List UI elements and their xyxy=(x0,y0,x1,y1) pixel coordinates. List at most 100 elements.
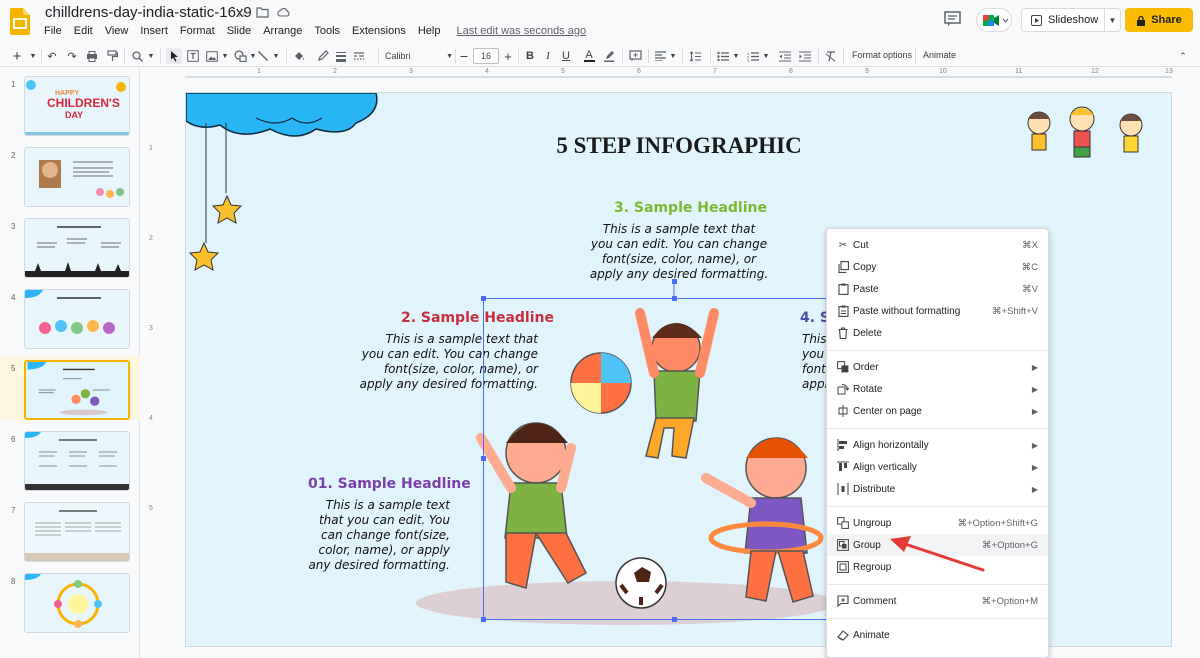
slide-title[interactable]: 5 STEP INFOGRAPHIC xyxy=(486,133,872,159)
print-icon[interactable] xyxy=(85,48,99,64)
dancing-kids-illustration[interactable] xyxy=(1014,101,1164,171)
line-caret-icon[interactable]: ▼ xyxy=(272,48,280,64)
redo-icon[interactable]: ↷ xyxy=(65,48,79,64)
menu-item-paste-without-formatting[interactable]: Paste without formatting ⌘+Shift+V xyxy=(827,300,1048,322)
new-slide-plus-icon[interactable]: + xyxy=(10,48,24,65)
undo-icon[interactable]: ↶ xyxy=(45,48,59,64)
cloud-status-icon[interactable] xyxy=(277,7,290,17)
slide-thumbnail[interactable] xyxy=(24,573,130,633)
menu-slide[interactable]: Slide xyxy=(221,24,257,37)
menu-view[interactable]: View xyxy=(99,24,135,37)
menu-item-rotate[interactable]: Rotate ▶ xyxy=(827,378,1048,400)
cloud-decoration[interactable] xyxy=(186,93,386,283)
resize-handle[interactable] xyxy=(481,456,486,461)
border-weight-icon[interactable] xyxy=(334,48,348,64)
menu-tools[interactable]: Tools xyxy=(308,24,346,37)
menu-item-cut[interactable]: ✂ Cut ⌘X xyxy=(827,234,1048,256)
bulleted-list-icon[interactable] xyxy=(716,48,730,64)
line-icon[interactable] xyxy=(256,48,270,64)
text-box-icon[interactable] xyxy=(186,48,200,64)
slide-thumbnail-row[interactable]: 3 xyxy=(0,214,140,278)
format-options-button[interactable]: Format options xyxy=(852,50,912,60)
increase-font-size-icon[interactable]: + xyxy=(502,48,514,64)
menu-help[interactable]: Help xyxy=(412,24,447,37)
insert-image-icon[interactable] xyxy=(205,48,219,64)
increase-indent-icon[interactable] xyxy=(798,48,812,64)
collapse-toolbar-icon[interactable]: ⌃ xyxy=(1175,48,1191,64)
menu-file[interactable]: File xyxy=(38,24,68,37)
slideshow-button[interactable]: Slideshow ▼ xyxy=(1021,8,1121,32)
border-color-icon[interactable] xyxy=(316,48,330,64)
shape-icon[interactable] xyxy=(233,48,247,64)
numbered-caret-icon[interactable]: ▼ xyxy=(762,48,770,64)
menu-edit[interactable]: Edit xyxy=(68,24,99,37)
document-title[interactable]: chilldrens-day-india-static-16x9 xyxy=(45,4,252,21)
menu-item-comment[interactable]: Comment ⌘+Option+M xyxy=(827,590,1048,612)
slide-thumbnail-row[interactable]: 1 HAPPY CHILDREN'S DAY xyxy=(0,72,140,136)
decrease-indent-icon[interactable] xyxy=(778,48,792,64)
line-spacing-icon[interactable] xyxy=(688,48,702,64)
resize-handle[interactable] xyxy=(481,617,486,622)
slide-thumbnail[interactable]: HAPPY CHILDREN'S DAY xyxy=(24,76,130,136)
fill-color-icon[interactable] xyxy=(292,48,306,64)
italic-icon[interactable]: I xyxy=(541,48,555,64)
slides-logo-icon[interactable] xyxy=(10,8,30,35)
resize-handle[interactable] xyxy=(672,617,677,622)
menu-arrange[interactable]: Arrange xyxy=(257,24,308,37)
menu-item-animate[interactable]: Animate xyxy=(827,624,1048,646)
move-folder-icon[interactable] xyxy=(256,7,269,18)
slide-thumbnail-row-selected[interactable]: 5 xyxy=(0,356,140,420)
paint-format-icon[interactable] xyxy=(105,48,119,64)
meet-button[interactable] xyxy=(976,8,1012,32)
resize-handle[interactable] xyxy=(481,296,486,301)
zoom-icon[interactable] xyxy=(130,48,144,64)
menu-format[interactable]: Format xyxy=(174,24,221,37)
menu-item-center-on-page[interactable]: Center on page ▶ xyxy=(827,400,1048,422)
new-slide-layout-caret-icon[interactable]: ▼ xyxy=(28,48,38,64)
menu-item-align-horizontally[interactable]: Align horizontally ▶ xyxy=(827,434,1048,456)
slide-thumbnail[interactable] xyxy=(24,502,130,562)
image-caret-icon[interactable]: ▼ xyxy=(221,48,229,64)
slide-thumbnail-row[interactable]: 8 xyxy=(0,569,140,633)
step-3-text[interactable]: This is a sample text that you can edit.… xyxy=(584,222,774,282)
menu-item-delete[interactable]: Delete xyxy=(827,322,1048,344)
clear-formatting-icon[interactable] xyxy=(824,48,838,64)
border-dash-icon[interactable] xyxy=(352,48,366,64)
selection-bounding-box[interactable] xyxy=(483,298,866,620)
menu-item-paste[interactable]: Paste ⌘V xyxy=(827,278,1048,300)
slide-thumbnail-row[interactable]: 2 xyxy=(0,143,140,207)
slide-thumbnail-row[interactable]: 7 xyxy=(0,498,140,562)
comment-history-icon[interactable] xyxy=(943,10,963,28)
slideshow-options-caret-icon[interactable]: ▼ xyxy=(1104,9,1120,31)
menu-item-distribute[interactable]: Distribute ▶ xyxy=(827,478,1048,500)
menu-item-copy[interactable]: Copy ⌘C xyxy=(827,256,1048,278)
slide-thumbnail[interactable] xyxy=(24,289,130,349)
align-text-icon[interactable] xyxy=(653,48,667,64)
slide-thumbnail[interactable] xyxy=(24,147,130,207)
slide-thumbnail-row[interactable]: 6 xyxy=(0,427,140,491)
bullet-caret-icon[interactable]: ▼ xyxy=(732,48,740,64)
menu-item-align-vertically[interactable]: Align vertically ▶ xyxy=(827,456,1048,478)
slide-thumbnail[interactable] xyxy=(24,218,130,278)
font-family-select[interactable]: Calibri ▼ xyxy=(385,48,453,64)
zoom-caret-icon[interactable]: ▼ xyxy=(146,48,156,64)
align-caret-icon[interactable]: ▼ xyxy=(669,48,677,64)
slide-thumbnail[interactable] xyxy=(24,431,130,491)
star-icon[interactable]: ☆ xyxy=(236,5,248,21)
last-edit-link[interactable]: Last edit was seconds ago xyxy=(450,24,592,37)
text-color-icon[interactable]: A xyxy=(582,48,596,64)
slide-thumbnail-row[interactable]: 4 xyxy=(0,285,140,349)
insert-link-icon[interactable] xyxy=(628,48,642,64)
step-3-headline[interactable]: 3. Sample Headline xyxy=(614,200,767,216)
animate-toolbar-button[interactable]: Animate xyxy=(923,50,956,60)
slide-thumbnail[interactable] xyxy=(24,360,130,420)
highlight-color-icon[interactable] xyxy=(602,48,616,64)
menu-extensions[interactable]: Extensions xyxy=(346,24,412,37)
underline-icon[interactable]: U xyxy=(559,48,573,64)
share-button[interactable]: Share xyxy=(1125,8,1193,32)
decrease-font-size-icon[interactable]: − xyxy=(458,48,470,64)
menu-item-order[interactable]: Order ▶ xyxy=(827,356,1048,378)
menu-insert[interactable]: Insert xyxy=(134,24,174,37)
select-pointer-icon[interactable] xyxy=(166,48,182,64)
font-size-input[interactable]: 16 xyxy=(473,48,499,64)
